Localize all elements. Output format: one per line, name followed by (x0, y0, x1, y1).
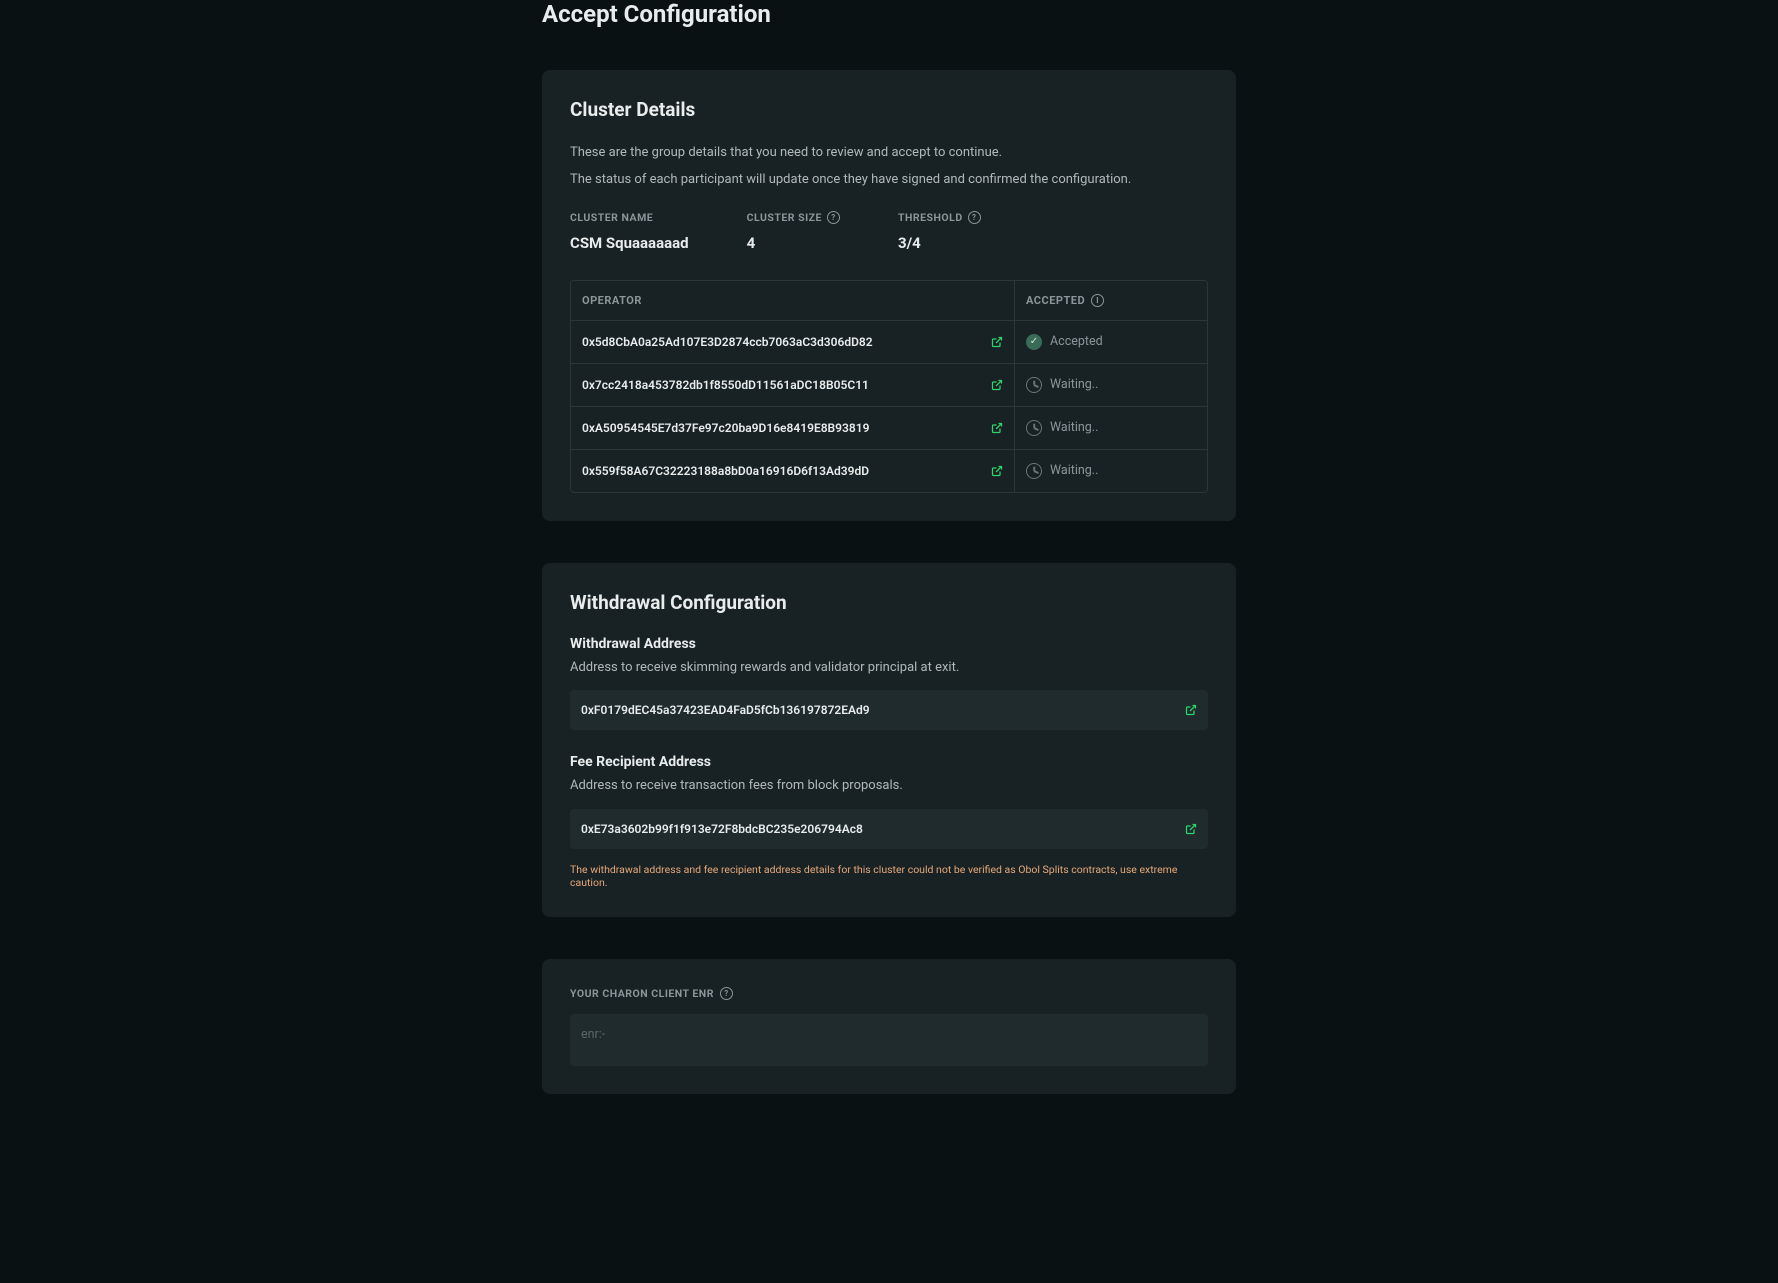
clock-icon (1026, 377, 1042, 393)
page-title: Accept Configuration (542, 0, 1236, 28)
th-accepted: ACCEPTED i (1015, 281, 1207, 320)
withdrawal-card: Withdrawal Configuration Withdrawal Addr… (542, 563, 1236, 918)
operator-cell: 0xA50954545E7d37Fe97c20ba9D16e8419E8B938… (571, 407, 1015, 449)
clock-icon (1026, 463, 1042, 479)
withdrawal-title: Withdrawal Configuration (570, 591, 1208, 614)
fee-recipient-value: 0xE73a3602b99f1f913e72F8bdcBC235e206794A… (581, 822, 863, 836)
withdrawal-address-value: 0xF0179dEC45a37423EAD4FaD5fCb136197872EA… (581, 703, 870, 717)
status-label: Waiting.. (1050, 420, 1098, 435)
cluster-name-label: CLUSTER NAME (570, 211, 689, 224)
operator-cell: 0x7cc2418a453782db1f8550dD11561aDC18B05C… (571, 364, 1015, 406)
fee-recipient-box: 0xE73a3602b99f1f913e72F8bdcBC235e206794A… (570, 809, 1208, 849)
fee-recipient-title: Fee Recipient Address (570, 754, 1208, 770)
accepted-cell: Waiting.. (1015, 364, 1207, 406)
cluster-details-desc-2: The status of each participant will upda… (570, 170, 1208, 191)
table-row: 0xA50954545E7d37Fe97c20ba9D16e8419E8B938… (571, 407, 1207, 450)
external-link-icon[interactable] (991, 336, 1003, 348)
status-label: Waiting.. (1050, 377, 1098, 392)
status-cell: Waiting.. (1026, 377, 1098, 393)
status-label: Waiting.. (1050, 463, 1098, 478)
status-label: Accepted (1050, 334, 1103, 349)
external-link-icon[interactable] (1185, 823, 1197, 835)
threshold-label-text: THRESHOLD (898, 211, 963, 224)
th-accepted-text: ACCEPTED (1026, 294, 1085, 307)
withdrawal-warning: The withdrawal address and fee recipient… (570, 863, 1208, 889)
enr-label: YOUR CHARON CLIENT ENR ? (570, 987, 1208, 1000)
question-icon[interactable]: ? (720, 987, 733, 1000)
table-row: 0x559f58A67C32223188a8bD0a16916D6f13Ad39… (571, 450, 1207, 492)
table-row: 0x7cc2418a453782db1f8550dD11561aDC18B05C… (571, 364, 1207, 407)
enr-placeholder: enr:- (581, 1027, 605, 1042)
cluster-details-desc-1: These are the group details that you nee… (570, 143, 1208, 164)
cluster-size-meta: CLUSTER SIZE ? 4 (747, 211, 840, 252)
check-icon: ✓ (1026, 334, 1042, 350)
cluster-name-value: CSM Squaaaaaad (570, 234, 689, 252)
enr-card: YOUR CHARON CLIENT ENR ? enr:- (542, 959, 1236, 1094)
cluster-size-value: 4 (747, 234, 840, 252)
cluster-name-meta: CLUSTER NAME CSM Squaaaaaad (570, 211, 689, 252)
operator-table: OPERATOR ACCEPTED i 0x5d8CbA0a25Ad107E3D… (570, 280, 1208, 493)
th-operator: OPERATOR (571, 281, 1015, 320)
status-cell: Waiting.. (1026, 463, 1098, 479)
cluster-details-card: Cluster Details These are the group deta… (542, 70, 1236, 521)
question-icon[interactable]: ? (968, 211, 981, 224)
operator-cell: 0x559f58A67C32223188a8bD0a16916D6f13Ad39… (571, 450, 1015, 492)
threshold-label: THRESHOLD ? (898, 211, 981, 224)
status-cell: ✓ Accepted (1026, 334, 1103, 350)
cluster-size-label: CLUSTER SIZE ? (747, 211, 840, 224)
fee-recipient-desc: Address to receive transaction fees from… (570, 776, 1208, 797)
question-icon[interactable]: ? (827, 211, 840, 224)
status-cell: Waiting.. (1026, 420, 1098, 436)
enr-input[interactable]: enr:- (570, 1014, 1208, 1066)
operator-address: 0xA50954545E7d37Fe97c20ba9D16e8419E8B938… (582, 421, 869, 435)
enr-label-text: YOUR CHARON CLIENT ENR (570, 987, 714, 1000)
cluster-size-label-text: CLUSTER SIZE (747, 211, 822, 224)
operator-cell: 0x5d8CbA0a25Ad107E3D2874ccb7063aC3d306dD… (571, 321, 1015, 363)
operator-address: 0x5d8CbA0a25Ad107E3D2874ccb7063aC3d306dD… (582, 335, 873, 349)
operator-address: 0x559f58A67C32223188a8bD0a16916D6f13Ad39… (582, 464, 869, 478)
cluster-meta-row: CLUSTER NAME CSM Squaaaaaad CLUSTER SIZE… (570, 211, 1208, 252)
clock-icon (1026, 420, 1042, 436)
withdrawal-address-title: Withdrawal Address (570, 636, 1208, 652)
cluster-details-title: Cluster Details (570, 98, 1208, 121)
external-link-icon[interactable] (991, 465, 1003, 477)
accepted-cell: Waiting.. (1015, 450, 1207, 492)
external-link-icon[interactable] (991, 379, 1003, 391)
withdrawal-address-box: 0xF0179dEC45a37423EAD4FaD5fCb136197872EA… (570, 690, 1208, 730)
info-icon[interactable]: i (1091, 294, 1104, 307)
withdrawal-address-desc: Address to receive skimming rewards and … (570, 658, 1208, 679)
threshold-value: 3/4 (898, 234, 981, 252)
accepted-cell: ✓ Accepted (1015, 321, 1207, 363)
table-row: 0x5d8CbA0a25Ad107E3D2874ccb7063aC3d306dD… (571, 321, 1207, 364)
external-link-icon[interactable] (1185, 704, 1197, 716)
accepted-cell: Waiting.. (1015, 407, 1207, 449)
operator-address: 0x7cc2418a453782db1f8550dD11561aDC18B05C… (582, 378, 869, 392)
table-header: OPERATOR ACCEPTED i (571, 281, 1207, 321)
external-link-icon[interactable] (991, 422, 1003, 434)
threshold-meta: THRESHOLD ? 3/4 (898, 211, 981, 252)
